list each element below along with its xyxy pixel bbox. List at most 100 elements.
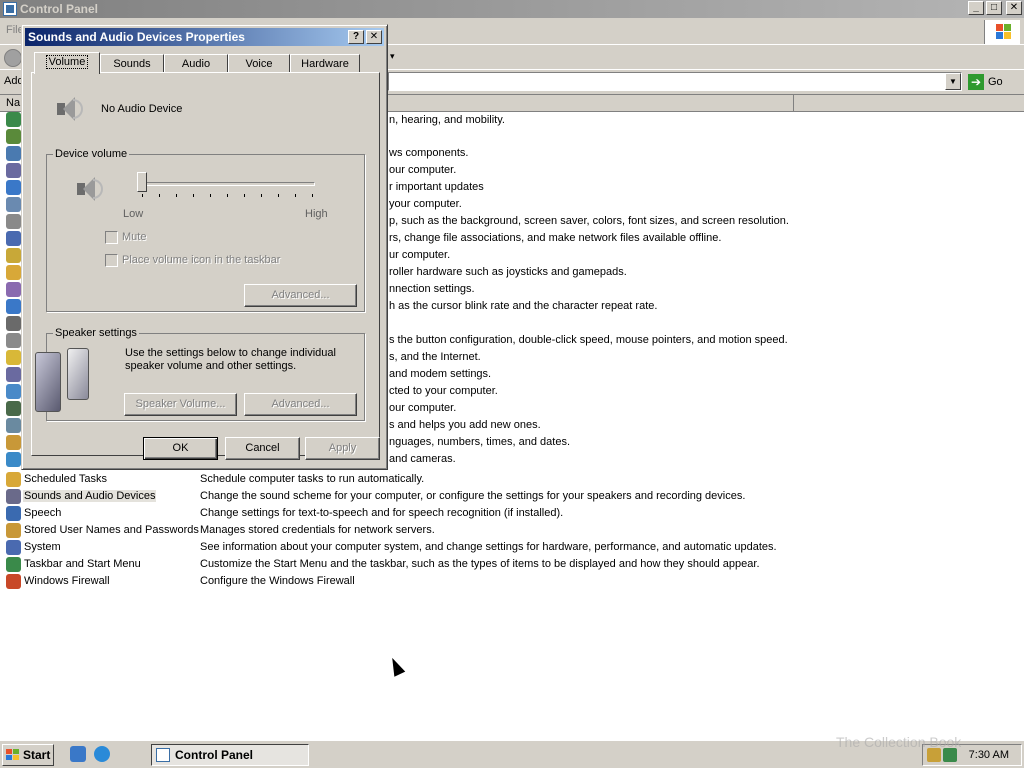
item-name: Speech [24,507,62,519]
list-item-icon[interactable] [6,418,21,433]
list-item-icon[interactable] [6,316,21,331]
list-item[interactable]: Speech Change settings for text-to-speech… [0,505,1024,522]
views-dropdown-icon[interactable]: ▾ [390,51,395,62]
minimize-button[interactable]: _ [968,1,984,15]
list-item[interactable]: Scheduled Tasks Schedule computer tasks t… [0,471,1024,488]
list-item-icon[interactable] [6,214,21,229]
list-item-comment: rs, change file associations, and make n… [389,232,722,244]
tab-voice[interactable]: Voice [228,54,290,73]
taskbar-icon-label: Place volume icon in the taskbar [122,254,281,266]
list-item-comment: your computer. [389,198,462,210]
device-volume-legend: Device volume [53,148,130,160]
control-panel-icon [156,748,170,762]
list-item-icon[interactable] [6,112,21,127]
list-item-icon[interactable] [6,146,21,161]
list-item-comment: s and helps you add new ones. [389,419,541,431]
slider-tick [193,194,194,197]
list-item-icon[interactable] [6,163,21,178]
list-item-icon[interactable] [6,401,21,416]
item-icon [6,472,21,487]
windows-flag-icon [6,749,20,761]
item-name: Sounds and Audio Devices [23,490,157,502]
tab-hardware[interactable]: Hardware [290,54,360,73]
clock[interactable]: 7:30 AM [969,749,1009,761]
list-item-icon[interactable] [6,299,21,314]
speaker-volume-button[interactable]: Speaker Volume... [124,393,237,416]
list-item-icon[interactable] [6,248,21,263]
cancel-button[interactable]: Cancel [225,437,300,460]
start-button[interactable]: Start [2,744,54,766]
list-item-icon[interactable] [6,350,21,365]
slider-tick [244,194,245,197]
list-item-comment: cted to your computer. [389,385,498,397]
mute-checkbox[interactable] [105,231,118,244]
list-item-icon[interactable] [6,333,21,348]
help-button[interactable]: ? [348,30,364,44]
list-item-comment: nnection settings. [389,283,475,295]
address-dropdown-button[interactable]: ▼ [945,73,961,90]
volume-slider-track[interactable] [139,182,315,186]
item-name: Scheduled Tasks [24,473,107,485]
list-item-icon[interactable] [6,197,21,212]
list-item-icon[interactable] [6,231,21,246]
list-item-icon[interactable] [6,180,21,195]
item-comment: Schedule computer tasks to run automatic… [200,473,425,485]
go-button[interactable]: ➔ Go [968,72,1012,91]
item-comment: Change the sound scheme for your compute… [200,490,746,502]
list-item[interactable]: Stored User Names and Passwords Manages s… [0,522,1024,539]
tab-volume[interactable]: Volume [34,52,100,74]
list-item-icon[interactable] [6,435,21,450]
volume-advanced-button[interactable]: Advanced... [244,284,357,307]
control-panel-icon [3,2,17,16]
item-comment: Change settings for text-to-speech and f… [200,507,564,519]
maximize-button[interactable]: □ [986,1,1002,15]
dialog-close-button[interactable]: ✕ [366,30,382,44]
sound-properties-dialog: Sounds and Audio Devices Properties ? ✕ … [21,24,388,470]
windows-logo-icon [984,20,1020,44]
close-button[interactable]: ✕ [1006,1,1022,15]
tray-network-icon[interactable] [927,748,941,762]
volume-slider-thumb[interactable] [137,172,147,192]
item-icon [6,506,21,521]
tab-sounds[interactable]: Sounds [100,54,164,73]
list-item[interactable]: Windows Firewall Configure the Windows Fi… [0,573,1024,590]
list-item-comment: p, such as the background, screen saver,… [389,215,789,227]
taskbar-button-control-panel[interactable]: Control Panel [151,744,309,766]
list-item-icon[interactable] [6,367,21,382]
list-item[interactable]: Sounds and Audio Devices Change the sound… [0,488,1024,505]
item-comment: Configure the Windows Firewall [200,575,355,587]
taskbar-icon-checkbox[interactable] [105,254,118,267]
speaker-advanced-button[interactable]: Advanced... [244,393,357,416]
list-item-icon[interactable] [6,384,21,399]
list-item-icon[interactable] [6,265,21,280]
internet-explorer-icon[interactable] [94,746,110,762]
volume-speaker-icon [73,173,103,205]
dialog-titlebar[interactable]: Sounds and Audio Devices Properties ? ✕ [25,28,384,46]
list-item-comment: r important updates [389,181,484,193]
tray-security-icon[interactable] [943,748,957,762]
window-titlebar[interactable]: Control Panel _ □ ✕ [0,0,1024,18]
speaker-icon [53,93,83,125]
dialog-title: Sounds and Audio Devices Properties [28,30,245,44]
address-input[interactable]: ▼ [388,72,962,91]
item-icon [6,557,21,572]
volume-high-label: High [305,208,328,220]
list-item-comment: ws components. [389,147,469,159]
list-item[interactable]: System See information about your compute… [0,539,1024,556]
list-item-icon[interactable] [6,282,21,297]
speakers-icon [33,346,95,416]
go-label: Go [988,75,1003,88]
ok-button[interactable]: OK [143,437,218,460]
back-button[interactable] [4,49,22,67]
apply-button[interactable]: Apply [305,437,380,460]
tab-audio[interactable]: Audio [164,54,228,73]
item-name: Taskbar and Start Menu [24,558,141,570]
show-desktop-icon[interactable] [70,746,86,762]
list-item-icon[interactable] [6,452,21,467]
taskbar-button-label: Control Panel [175,748,254,762]
list-item-comment: s the button configuration, double-click… [389,334,788,346]
list-item[interactable]: Taskbar and Start Menu Customize the Star… [0,556,1024,573]
slider-tick [312,194,313,197]
list-item-icon[interactable] [6,129,21,144]
slider-tick [227,194,228,197]
